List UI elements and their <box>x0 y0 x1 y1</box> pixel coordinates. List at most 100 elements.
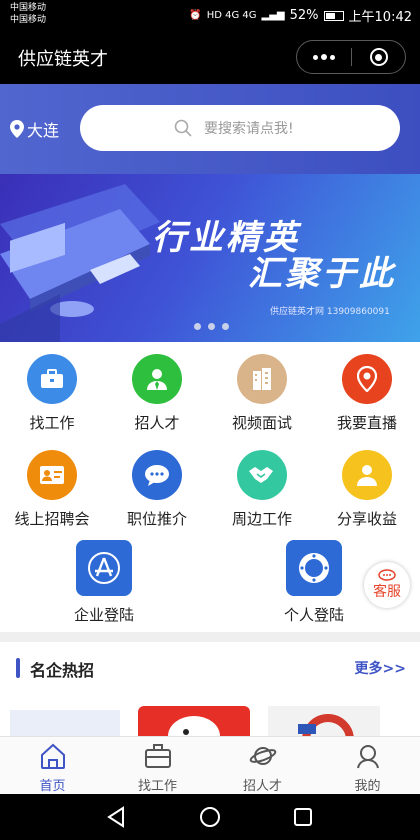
grid-label: 职位推介 <box>126 510 187 528</box>
carousel-dot[interactable] <box>208 323 215 330</box>
tab-recruit[interactable]: 招人才 <box>210 737 315 794</box>
grid-item-nearby-jobs[interactable]: 周边工作 <box>212 450 312 529</box>
handshake-icon <box>249 467 273 483</box>
clock: 上午10:42 <box>348 10 412 25</box>
battery-percent: 52% <box>289 8 319 23</box>
grid-icon-bg <box>342 354 392 404</box>
capsule-menu <box>296 40 406 74</box>
grid-label: 我要直播 <box>336 414 397 432</box>
search-icon <box>174 119 192 137</box>
carousel-dot[interactable] <box>222 323 229 330</box>
mini-program-title-bar: 供应链英才 <box>0 32 420 84</box>
grid-label: 找工作 <box>29 414 75 432</box>
app-store-icon <box>88 552 120 584</box>
person-icon <box>357 465 377 486</box>
grid-icon-bg <box>237 354 287 404</box>
back-icon[interactable] <box>106 806 128 828</box>
carrier-2: 中国移动 <box>10 15 47 25</box>
building-icon <box>253 368 271 390</box>
company-logo-thumbnail[interactable] <box>268 706 380 736</box>
tab-label: 招人才 <box>242 779 282 794</box>
login-icon-bg <box>76 540 132 596</box>
grid-item-recruit[interactable]: 招人才 <box>107 354 207 433</box>
grid-label: 视频面试 <box>231 414 292 432</box>
more-dot-icon <box>313 54 318 60</box>
tab-mine[interactable]: 我的 <box>315 737 420 794</box>
personal-login-button[interactable]: 个人登陆 <box>264 540 364 625</box>
carrier-info: 中国移动 中国移动 <box>10 2 46 26</box>
company-logo-thumbnail[interactable] <box>138 706 250 736</box>
grid-icon-bg <box>132 354 182 404</box>
person-icon <box>147 369 167 390</box>
alarm-icon: ⏰ <box>189 10 202 21</box>
carousel-indicator <box>194 323 229 330</box>
grid-label: 分享收益 <box>336 510 397 528</box>
search-header: 大连 要搜索请点我! <box>0 84 420 174</box>
tab-home[interactable]: 首页 <box>0 737 105 794</box>
city-selector[interactable]: 大连 <box>10 117 59 141</box>
function-grid: 找工作 招人才 视频面试 我要直播 线上招聘会 职位推介 周边工作 分享收益 企… <box>0 342 420 632</box>
section-divider <box>0 632 420 642</box>
promo-banner[interactable]: 行业精英 汇聚于此 供应链英才网 13909860091 <box>0 174 420 342</box>
computer-illustration <box>0 184 160 342</box>
banner-caption: 供应链英才网 13909860091 <box>270 307 390 317</box>
status-indicators: ⏰ HD 4G 4G ▂▄▆ 52% 上午10:42 <box>189 6 412 25</box>
grid-item-find-job[interactable]: 找工作 <box>2 354 102 433</box>
more-companies-link[interactable]: 更多>> <box>355 658 406 678</box>
enterprise-login-button[interactable]: 企业登陆 <box>54 540 154 625</box>
grid-item-online-job-fair[interactable]: 线上招聘会 <box>2 450 102 529</box>
android-navigation-bar <box>0 794 420 840</box>
featured-companies-section: 名企热招 更多>> <box>0 642 420 736</box>
customer-service-button[interactable]: 客服 <box>364 562 410 608</box>
search-input[interactable]: 要搜索请点我! <box>80 105 400 151</box>
customer-service-label: 客服 <box>373 584 401 600</box>
grid-item-video-interview[interactable]: 视频面试 <box>212 354 312 433</box>
section-accent-bar <box>16 658 20 678</box>
grid-item-position-recommend[interactable]: 职位推介 <box>107 450 207 529</box>
chat-bubble-icon <box>378 569 396 581</box>
briefcase-icon <box>144 744 171 768</box>
carousel-dot[interactable] <box>194 323 201 330</box>
close-mini-program-button[interactable] <box>352 48 405 66</box>
search-placeholder: 要搜索请点我! <box>204 121 294 137</box>
briefcase-icon <box>41 369 63 388</box>
grid-icon-bg <box>27 354 77 404</box>
home-circle-icon[interactable] <box>199 806 221 828</box>
user-icon <box>356 745 379 769</box>
login-icon-bg <box>286 540 342 596</box>
more-options-button[interactable] <box>297 41 351 73</box>
battery-icon <box>323 10 344 21</box>
grid-icon-bg <box>342 450 392 500</box>
grid-icon-bg <box>132 450 182 500</box>
tab-find-job[interactable]: 找工作 <box>105 737 210 794</box>
page-title: 供应链英才 <box>18 49 108 70</box>
carrier-1: 中国移动 <box>10 3 47 13</box>
location-pin-icon <box>357 366 377 392</box>
grid-item-live-stream[interactable]: 我要直播 <box>317 354 417 433</box>
company-logo-thumbnail[interactable] <box>10 706 120 736</box>
network-badges: HD 4G 4G <box>206 10 257 21</box>
location-pin-icon <box>10 120 24 138</box>
grid-item-share-earnings[interactable]: 分享收益 <box>317 450 417 529</box>
ring-icon <box>299 553 329 583</box>
grid-label: 企业登陆 <box>73 606 134 624</box>
recents-icon[interactable] <box>292 806 314 828</box>
planet-icon <box>249 747 276 765</box>
target-icon <box>369 48 388 66</box>
grid-label: 个人登陆 <box>283 606 344 624</box>
status-bar: 中国移动 中国移动 ⏰ HD 4G 4G ▂▄▆ 52% 上午10:42 <box>0 0 420 32</box>
grid-icon-bg <box>237 450 287 500</box>
section-title: 名企热招 <box>30 661 95 680</box>
bottom-tab-bar: 首页 找工作 招人才 我的 <box>0 736 420 794</box>
more-dot-icon <box>330 54 335 60</box>
tab-label: 首页 <box>39 779 66 794</box>
chat-bubble-icon <box>145 465 169 486</box>
city-label: 大连 <box>27 121 60 140</box>
grid-label: 周边工作 <box>231 510 292 528</box>
grid-icon-bg <box>27 450 77 500</box>
signal-icon: ▂▄▆ <box>261 10 285 21</box>
id-card-icon <box>40 466 64 484</box>
grid-label: 线上招聘会 <box>14 510 90 528</box>
tab-label: 我的 <box>354 779 381 794</box>
tab-label: 找工作 <box>137 779 177 794</box>
